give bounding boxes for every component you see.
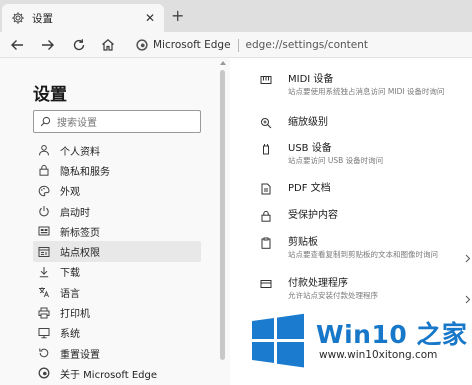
palette-icon: [38, 185, 50, 197]
download-icon: [39, 266, 49, 278]
refresh-icon[interactable]: [71, 37, 87, 53]
edge-logo-icon: [136, 39, 148, 51]
watermark-url: www.win10xitong.com: [319, 349, 438, 361]
reset-icon: [39, 348, 49, 358]
permission-title: USB 设备: [288, 143, 332, 154]
sidebar-item-label: 关于 Microsoft Edge: [60, 369, 158, 381]
permission-desc: 站点要使用系统独占消息访问 MIDI 设备时询问: [288, 87, 445, 96]
sidebar-item-site-permissions[interactable]: 站点权限: [33, 241, 201, 262]
search-placeholder: 搜索设置: [57, 118, 97, 129]
permission-desc: 站点要查看复制到剪贴板的文本和图像时询问: [288, 250, 438, 259]
sidebar-item-startup[interactable]: 启动时: [33, 201, 201, 221]
midi-icon: [260, 76, 272, 84]
chevron-right-icon[interactable]: [463, 254, 472, 263]
sidebar-item-label: 新标签页: [60, 227, 100, 239]
sidebar-item-downloads[interactable]: 下载: [33, 262, 201, 282]
tab-settings[interactable]: 设置 ✕: [2, 4, 164, 32]
scroll-thumb[interactable]: [220, 70, 225, 360]
language-icon: [39, 287, 50, 298]
sidebar-item-label: 启动时: [60, 207, 90, 219]
permission-title: 付款处理程序: [288, 278, 348, 289]
gear-icon: [12, 12, 24, 24]
permission-clipboard[interactable]: 剪贴板 站点要查看复制到剪贴板的文本和图像时询问: [260, 236, 438, 260]
sidebar-item-label: 外观: [60, 187, 80, 199]
permission-protected-content[interactable]: 受保护内容: [260, 209, 338, 222]
chevron-right-icon[interactable]: [463, 295, 472, 304]
pdf-icon: [261, 183, 271, 195]
forward-arrow-icon[interactable]: [40, 37, 56, 53]
sidebar-item-appearance[interactable]: 外观: [33, 181, 201, 201]
permission-desc: 站点要访问 USB 设备时询问: [288, 156, 384, 165]
sidebar-item-reset[interactable]: 重置设置: [33, 343, 201, 363]
tab-title: 设置: [32, 12, 53, 25]
permission-title: PDF 文档: [288, 183, 331, 194]
sidebar-item-label: 隐私和服务: [60, 166, 110, 178]
lock-icon: [261, 210, 271, 222]
sidebar-item-privacy[interactable]: 隐私和服务: [33, 160, 201, 180]
scroll-up-arrow-icon[interactable]: [220, 61, 226, 65]
address-bar[interactable]: Microsoft Edge edge://settings/content: [127, 35, 472, 55]
newtab-icon: [38, 226, 50, 236]
home-icon[interactable]: [100, 37, 116, 53]
person-icon: [39, 145, 49, 156]
settings-sidebar: 设置 搜索设置 个人资料 隐私和服务 外观 启动时 新标签页 站点权限 下载 语…: [0, 58, 230, 385]
permission-payment-handlers[interactable]: 付款处理程序 允许站点安装付款处理程序: [260, 277, 378, 301]
permission-title: 受保护内容: [288, 210, 338, 221]
sidebar-item-label: 系统: [60, 329, 80, 341]
payment-icon: [260, 280, 272, 288]
sidebar-item-label: 重置设置: [60, 349, 100, 361]
back-arrow-icon[interactable]: [9, 37, 25, 53]
system-icon: [38, 327, 50, 339]
sidebar-item-label: 下载: [60, 268, 80, 280]
permission-title: MIDI 设备: [288, 74, 334, 85]
sidebar-item-about[interactable]: 关于 Microsoft Edge: [33, 363, 201, 383]
printer-icon: [38, 307, 50, 319]
sidebar-item-label: 打印机: [60, 309, 90, 321]
sidebar-item-label: 个人资料: [60, 146, 100, 158]
sidebar-item-label: 站点权限: [60, 248, 100, 260]
sidebar-item-newtab[interactable]: 新标签页: [33, 221, 201, 241]
edge-icon: [38, 367, 50, 379]
sidebar-item-languages[interactable]: 语言: [33, 282, 201, 302]
permission-title: 缩放级别: [288, 117, 328, 128]
power-icon: [39, 206, 49, 217]
sidebar-item-system[interactable]: 系统: [33, 323, 201, 343]
permission-title: 剪贴板: [288, 237, 318, 248]
address-url[interactable]: edge://settings/content: [246, 39, 368, 51]
permission-usb[interactable]: USB 设备 站点要访问 USB 设备时询问: [260, 142, 383, 166]
page-title: 设置: [33, 85, 67, 105]
new-tab-button[interactable]: +: [171, 8, 184, 24]
sidebar-item-printers[interactable]: 打印机: [33, 302, 201, 322]
windows-logo-icon: [252, 313, 304, 368]
address-brand: Microsoft Edge: [153, 39, 231, 51]
watermark-name: Win10 之家: [316, 320, 468, 349]
tab-strip: 设置 ✕ +: [0, 0, 472, 32]
site-permissions-icon: [38, 246, 50, 257]
watermark: Win10 之家 www.win10xitong.com: [236, 305, 472, 385]
sidebar-scrollbar[interactable]: [219, 58, 226, 385]
sidebar-item-label: 语言: [60, 288, 80, 300]
zoom-icon: [261, 118, 272, 129]
lock-icon: [39, 165, 49, 177]
usb-icon: [263, 144, 269, 155]
permission-midi[interactable]: MIDI 设备 站点要使用系统独占消息访问 MIDI 设备时询问: [260, 73, 444, 97]
sidebar-item-profiles[interactable]: 个人资料: [33, 140, 201, 160]
settings-nav: 个人资料 隐私和服务 外观 启动时 新标签页 站点权限 下载 语言 打印机 系统…: [33, 140, 201, 384]
permission-pdf[interactable]: PDF 文档: [260, 182, 331, 195]
address-divider: [237, 38, 239, 52]
toolbar: Microsoft Edge edge://settings/content: [0, 32, 472, 58]
search-input[interactable]: 搜索设置: [33, 110, 201, 133]
search-icon: [40, 116, 51, 127]
permission-zoom[interactable]: 缩放级别: [260, 116, 328, 129]
clipboard-icon: [261, 237, 271, 249]
permission-desc: 允许站点安装付款处理程序: [288, 291, 378, 300]
close-tab-icon[interactable]: ✕: [145, 12, 155, 24]
